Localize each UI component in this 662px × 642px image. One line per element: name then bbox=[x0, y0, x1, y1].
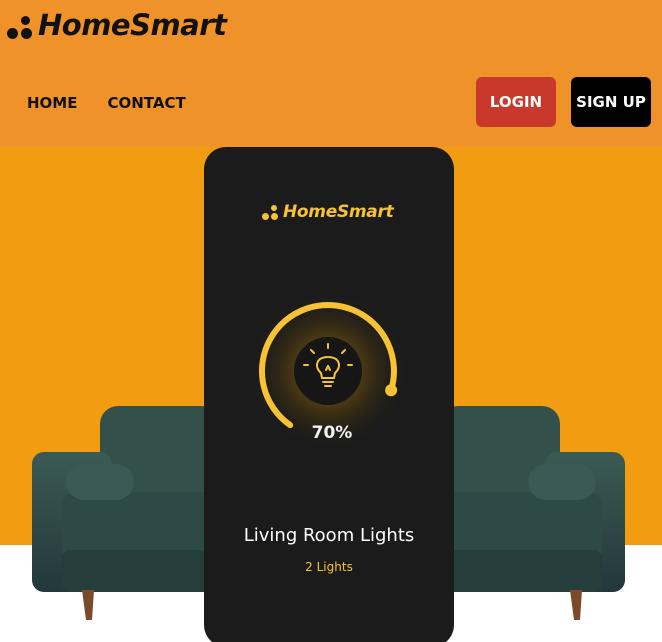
site-header: HomeSmart HOME CONTACT LOGIN SIGN UP bbox=[0, 0, 662, 147]
device-name: Living Room Lights bbox=[243, 525, 415, 546]
brand-name: HomeSmart bbox=[38, 8, 227, 42]
brightness-percent: 70% bbox=[311, 423, 353, 443]
logo-dots-icon bbox=[7, 10, 35, 40]
login-button[interactable]: LOGIN bbox=[476, 77, 556, 127]
phone-brand-logo: HomeSmart bbox=[262, 202, 394, 222]
main-nav: HOME CONTACT bbox=[27, 94, 186, 112]
dial-knob[interactable] bbox=[385, 384, 398, 397]
phone-mockup: HomeSmart 70% Living Room Lights 2 Light… bbox=[204, 147, 454, 642]
logo-dots-icon bbox=[262, 203, 280, 221]
brand-logo[interactable]: HomeSmart bbox=[7, 8, 227, 42]
device-count: 2 Lights bbox=[305, 560, 353, 574]
brightness-dial[interactable] bbox=[228, 277, 428, 477]
phone-brand-name: HomeSmart bbox=[283, 202, 394, 222]
signup-button[interactable]: SIGN UP bbox=[571, 77, 651, 127]
nav-contact-link[interactable]: CONTACT bbox=[107, 94, 185, 112]
nav-home-link[interactable]: HOME bbox=[27, 94, 77, 112]
